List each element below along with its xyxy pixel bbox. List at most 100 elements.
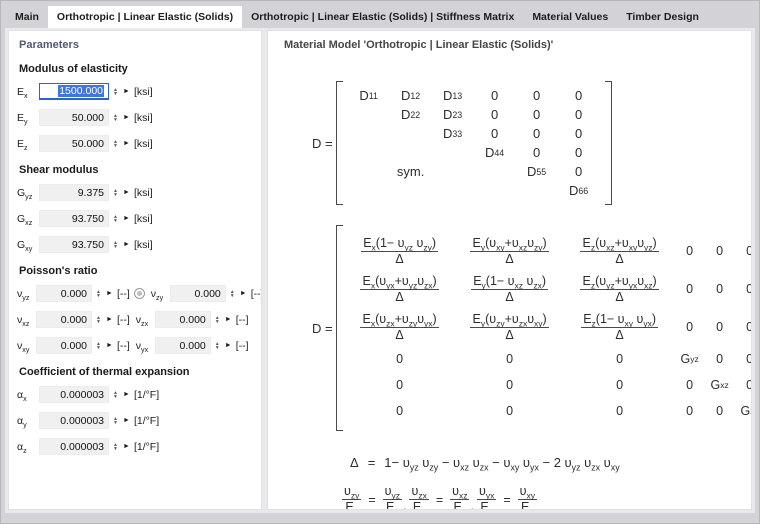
spinner[interactable]: ▲▼ [111,215,120,223]
matrix-cell: 0 [705,232,735,270]
expand-arrow-icon[interactable]: ► [123,241,130,248]
expand-arrow-icon[interactable]: ► [123,114,130,121]
matrix-cell: 0 [735,270,752,308]
tab-stiffness-matrix[interactable]: Orthotropic | Linear Elastic (Solids) | … [242,6,523,28]
param-label: αy [17,415,39,427]
param-field[interactable]: 0.000 [170,285,226,302]
matrix-cell: 0 [705,270,735,308]
fraction: υyzEy [383,484,402,510]
spinner-down-icon[interactable]: ▼ [113,92,118,96]
matrix-cell: Gxy [735,398,752,424]
tab-material-values[interactable]: Material Values [523,6,617,28]
tab-main[interactable]: Main [6,6,48,28]
spinner-down-icon[interactable]: ▼ [113,219,118,223]
spinner[interactable]: ▲▼ [94,290,103,298]
spinner[interactable]: ▲▼ [111,391,120,399]
expand-arrow-icon[interactable]: ► [225,316,232,323]
fraction: υyxEy [477,484,496,510]
expand-arrow-icon[interactable]: ► [106,316,113,323]
matrix-cell: 0 [735,232,752,270]
expand-arrow-icon[interactable]: ► [123,88,130,95]
expand-arrow-icon[interactable]: ► [106,290,113,297]
param-unit: [ksi] [134,213,153,225]
expand-arrow-icon[interactable]: ► [123,215,130,222]
param-field[interactable]: 50.000 [39,135,109,152]
matrix-cell [474,162,516,181]
expand-arrow-icon[interactable]: ► [123,391,130,398]
matrix-cell: D22 [390,105,432,124]
expand-arrow-icon[interactable]: ► [123,189,130,196]
param-field[interactable]: 0.000 [36,311,92,328]
section-title: Poisson's ratio [19,265,261,277]
param-field[interactable]: 0.000003 [39,386,109,403]
matrix-cell: 0 [345,346,455,372]
spinner[interactable]: ▲▼ [111,140,120,148]
matrix-cell: 0 [558,86,600,105]
matrix-cell: D44 [474,143,516,162]
expand-arrow-icon[interactable]: ► [123,443,130,450]
spinner-down-icon[interactable]: ▼ [113,193,118,197]
spinner-down-icon[interactable]: ▼ [113,395,118,399]
param-label: νxz [17,314,36,326]
spinner[interactable]: ▲▼ [111,443,120,451]
param-row: Gxy93.750▲▼►[ksi] [17,236,261,253]
spinner[interactable]: ▲▼ [213,342,222,350]
spinner-down-icon[interactable]: ▼ [96,294,101,298]
param-row: Gxz93.750▲▼►[ksi] [17,210,261,227]
spinner-down-icon[interactable]: ▼ [96,346,101,350]
param-unit: [ksi] [134,112,153,124]
param-field[interactable]: 0.000 [36,337,92,354]
tab-timber-design[interactable]: Timber Design [617,6,708,28]
param-row: αy0.000003▲▼►[1/°F] [17,412,261,429]
param-field[interactable]: 9.375 [39,184,109,201]
param-field[interactable]: 0.000003 [39,412,109,429]
param-field[interactable]: 0.000 [36,285,92,302]
param-value: 93.750 [72,239,104,251]
fraction-denominator: Ey [386,500,399,510]
spinner[interactable]: ▲▼ [111,88,120,96]
spinner-down-icon[interactable]: ▼ [113,421,118,425]
spinner[interactable]: ▲▼ [111,417,120,425]
param-field[interactable]: 1500.000 [39,83,109,100]
spinner-down-icon[interactable]: ▼ [215,346,220,350]
spinner[interactable]: ▲▼ [111,241,120,249]
tab-orthotropic-linear-elastic[interactable]: Orthotropic | Linear Elastic (Solids) [48,6,242,28]
param-field[interactable]: 93.750 [39,210,109,227]
radio-button[interactable] [134,288,145,299]
param-field[interactable]: 50.000 [39,109,109,126]
param-field[interactable]: 0.000 [155,311,211,328]
param-group: νzx0.000▲▼►[--] [136,311,249,328]
matrix-cell: 0 [474,105,516,124]
spinner[interactable]: ▲▼ [228,290,237,298]
expand-arrow-icon[interactable]: ► [225,342,232,349]
expand-arrow-icon[interactable]: ► [123,417,130,424]
spinner-down-icon[interactable]: ▼ [113,447,118,451]
param-value: 0.000 [61,288,87,300]
matrix-cell: D11 [348,86,390,105]
expand-arrow-icon[interactable]: ► [240,290,247,297]
spinner[interactable]: ▲▼ [94,342,103,350]
param-group: νxz0.000▲▼►[--] [17,311,130,328]
spinner-down-icon[interactable]: ▼ [113,144,118,148]
expand-arrow-icon[interactable]: ► [106,342,113,349]
matrix-cell: 0 [516,105,558,124]
fraction-numerator: υzy [342,484,361,500]
param-field[interactable]: 0.000 [155,337,211,354]
spinner[interactable]: ▲▼ [94,316,103,324]
param-row: Ez50.000▲▼►[ksi] [17,135,261,152]
param-field[interactable]: 93.750 [39,236,109,253]
expand-arrow-icon[interactable]: ► [123,140,130,147]
spinner-down-icon[interactable]: ▼ [96,320,101,324]
spinner-down-icon[interactable]: ▼ [215,320,220,324]
spinner[interactable]: ▲▼ [111,114,120,122]
matrix-cell: 0 [565,398,675,424]
spinner-down-icon[interactable]: ▼ [113,118,118,122]
spinner-down-icon[interactable]: ▼ [113,245,118,249]
material-model-panel: Material Model 'Orthotropic | Linear Ela… [267,30,752,510]
matrix-bracket [336,225,343,431]
matrix-grid: D11D12D13000D22D23000D33000D4400sym.D550… [343,81,605,205]
spinner-down-icon[interactable]: ▼ [230,294,235,298]
spinner[interactable]: ▲▼ [111,189,120,197]
spinner[interactable]: ▲▼ [213,316,222,324]
param-field[interactable]: 0.000003 [39,438,109,455]
